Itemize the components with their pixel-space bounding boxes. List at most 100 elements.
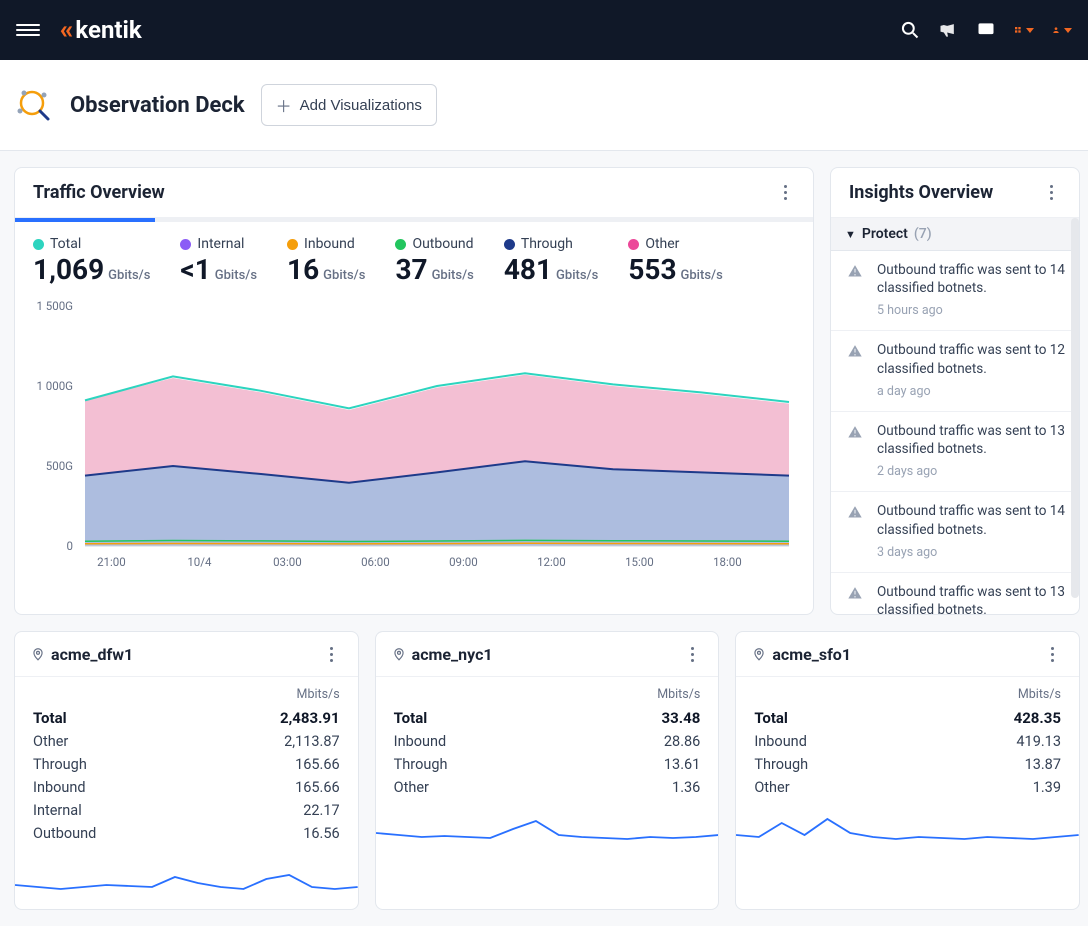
metric-other[interactable]: Other 553Gbits/s	[628, 236, 722, 284]
metric-label: Total	[50, 236, 81, 252]
svg-text:1 000G: 1 000G	[36, 379, 73, 393]
chevron-down-icon: ▼	[845, 228, 856, 241]
site-card-acme_sfo1: acme_sfo1 Mbits/s Total 428.35 Inbound 4…	[735, 631, 1080, 910]
svg-text:18:00: 18:00	[713, 555, 742, 569]
table-row: Internal 22.17	[33, 799, 340, 822]
site-name[interactable]: acme_dfw1	[51, 645, 133, 664]
row-label: Total	[754, 709, 788, 727]
metric-label: Outbound	[412, 236, 473, 252]
row-value: 22.17	[303, 802, 339, 819]
svg-text:10/4: 10/4	[187, 555, 212, 569]
user-menu[interactable]	[1052, 20, 1072, 40]
insight-item[interactable]: Outbound traffic was sent to 13 classifi…	[831, 412, 1079, 492]
svg-text:03:00: 03:00	[273, 555, 302, 569]
add-visualizations-label: Add Visualizations	[300, 97, 422, 114]
card-menu-icon[interactable]	[322, 644, 342, 664]
table-row: Other 2,113.87	[33, 730, 340, 753]
site-card-acme_dfw1: acme_dfw1 Mbits/s Total 2,483.91 Other 2…	[14, 631, 359, 910]
table-row: Other 1.36	[394, 776, 701, 799]
metric-dot-icon	[180, 239, 191, 250]
scrollbar[interactable]	[1071, 218, 1079, 598]
metric-unit: Gbits/s	[556, 268, 598, 283]
metric-value: 16	[287, 253, 319, 286]
menu-icon[interactable]	[16, 18, 40, 42]
site-name[interactable]: acme_nyc1	[412, 645, 493, 664]
insight-item[interactable]: Outbound traffic was sent to 14 classifi…	[831, 251, 1079, 331]
row-value: 13.87	[1025, 756, 1061, 773]
search-icon[interactable]	[900, 20, 920, 40]
chevron-down-icon	[1026, 28, 1034, 33]
unit-label: Mbits/s	[394, 687, 701, 702]
metric-unit: Gbits/s	[108, 268, 150, 283]
metric-label: Internal	[197, 236, 244, 252]
plus-icon: ＋	[276, 93, 292, 117]
brand-name: kentik	[75, 16, 141, 44]
metric-outbound[interactable]: Outbound 37 Gbits/s	[395, 236, 473, 284]
table-row: Total 33.48	[394, 706, 701, 730]
alert-triangle-icon	[845, 583, 865, 603]
row-value: 2,113.87	[284, 733, 340, 750]
metric-dot-icon	[33, 239, 44, 250]
insight-text: Outbound traffic was sent to 13 classifi…	[877, 422, 1065, 458]
card-menu-icon[interactable]	[1043, 644, 1063, 664]
add-visualizations-button[interactable]: ＋ Add Visualizations	[261, 84, 437, 126]
metric-label: Inbound	[304, 236, 355, 252]
logo-chevrons-icon: «	[60, 15, 69, 45]
svg-text:12:00: 12:00	[537, 555, 566, 569]
row-label: Internal	[33, 802, 82, 819]
chevron-down-icon	[1064, 28, 1072, 33]
row-value: 13.61	[664, 756, 700, 773]
card-menu-icon[interactable]	[1041, 183, 1061, 203]
table-row: Through 13.61	[394, 753, 701, 776]
metric-value: 37	[395, 253, 427, 286]
row-label: Other	[754, 779, 789, 796]
row-label: Other	[394, 779, 429, 796]
insight-text: Outbound traffic was sent to 13 classifi…	[877, 583, 1065, 614]
metric-through[interactable]: Through 481Gbits/s	[504, 236, 598, 284]
svg-text:21:00: 21:00	[97, 555, 126, 569]
metric-inbound[interactable]: Inbound 16Gbits/s	[287, 236, 365, 284]
row-label: Through	[394, 756, 448, 773]
row-label: Other	[33, 733, 68, 750]
metric-label: Through	[521, 236, 573, 252]
row-value: 165.66	[295, 779, 340, 796]
location-pin-icon	[392, 647, 406, 661]
metric-value: <1	[180, 253, 210, 286]
insight-time: 2 days ago	[877, 464, 1065, 479]
insight-item[interactable]: Outbound traffic was sent to 14 classifi…	[831, 492, 1079, 572]
traffic-overview-title: Traffic Overview	[33, 182, 165, 203]
row-value: 16.56	[303, 825, 339, 842]
table-row: Through 165.66	[33, 753, 340, 776]
row-value: 419.13	[1016, 733, 1061, 750]
brand-logo[interactable]: « kentik	[60, 15, 142, 45]
insights-group-header[interactable]: ▼ Protect (7)	[831, 218, 1079, 251]
insight-item[interactable]: Outbound traffic was sent to 12 classifi…	[831, 331, 1079, 411]
card-menu-icon[interactable]	[682, 644, 702, 664]
table-row: Through 13.87	[754, 753, 1061, 776]
metric-dot-icon	[287, 239, 298, 250]
metric-unit: Gbits/s	[432, 268, 474, 283]
table-row: Total 2,483.91	[33, 706, 340, 730]
alert-triangle-icon	[845, 502, 865, 522]
unit-label: Mbits/s	[754, 687, 1061, 702]
apps-grid-icon[interactable]	[1014, 20, 1034, 40]
messages-icon[interactable]	[976, 20, 996, 40]
row-value: 28.86	[664, 733, 700, 750]
card-menu-icon[interactable]	[775, 183, 795, 203]
sparkline-chart	[376, 809, 719, 863]
metric-value: 553	[628, 253, 676, 286]
sparkline-chart	[736, 809, 1079, 863]
insight-item[interactable]: Outbound traffic was sent to 13 classifi…	[831, 573, 1079, 614]
table-row: Inbound 165.66	[33, 776, 340, 799]
site-name[interactable]: acme_sfo1	[772, 645, 851, 664]
megaphone-icon[interactable]	[938, 20, 958, 40]
metric-internal[interactable]: Internal <1Gbits/s	[180, 236, 257, 284]
metric-dot-icon	[628, 239, 639, 250]
metric-dot-icon	[395, 239, 406, 250]
svg-text:0: 0	[67, 539, 73, 553]
metric-total[interactable]: Total 1,069Gbits/s	[33, 236, 150, 284]
row-label: Through	[33, 756, 87, 773]
site-card-acme_nyc1: acme_nyc1 Mbits/s Total 33.48 Inbound 28…	[375, 631, 720, 910]
traffic-tabbar[interactable]	[15, 218, 813, 222]
row-label: Through	[754, 756, 808, 773]
